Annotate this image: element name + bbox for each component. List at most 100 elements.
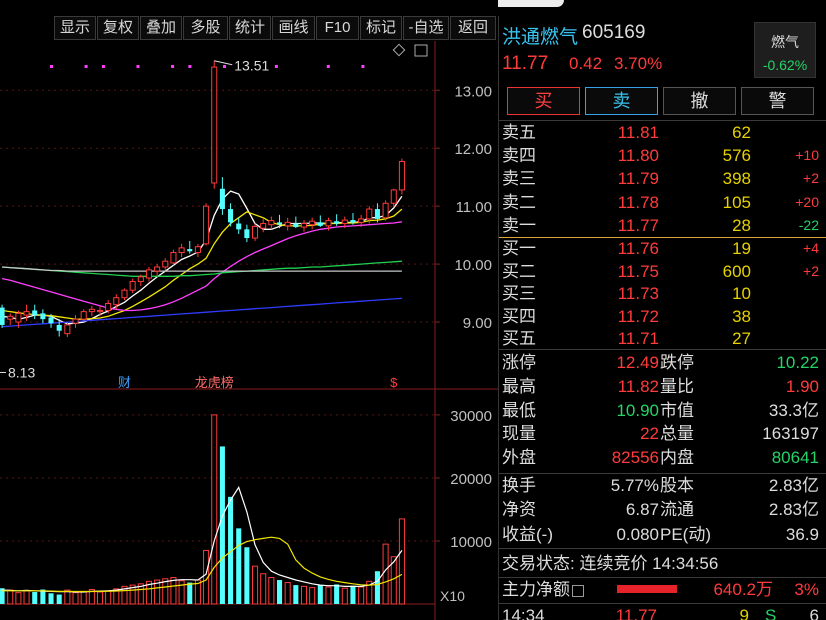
ask-price: 11.77 xyxy=(617,215,659,235)
ask-volume: 62 xyxy=(732,123,751,142)
stat-value: 36.9 xyxy=(785,524,819,544)
ask-delta: +2 xyxy=(803,170,819,187)
volume-bar xyxy=(72,592,79,605)
ask-volume: 398 xyxy=(722,169,751,189)
quote-panel: 洪通燃气 605169 11.77 0.42 3.70% 燃气 -0.62% 买… xyxy=(498,16,826,620)
bid-row[interactable]: 买一 11.76 19 +4 xyxy=(499,237,826,260)
volume-bar xyxy=(309,587,316,605)
bid-volume: 10 xyxy=(732,284,751,303)
stat-row[interactable]: 涨停 12.49 跌停 10.22 xyxy=(499,351,826,374)
ask-row[interactable]: 卖二 11.78 105 +20 xyxy=(499,191,826,214)
candle-body xyxy=(154,266,161,272)
stat-row[interactable]: 收益(-) 0.080 PE(动) 36.9 xyxy=(499,523,826,546)
volume-bar xyxy=(358,586,365,605)
signal-marker xyxy=(101,65,105,68)
menu-adjust-button[interactable]: 复权 xyxy=(97,16,139,40)
candle-body xyxy=(72,318,79,324)
stat-row[interactable]: 换手 5.77% 股本 2.83亿 xyxy=(499,474,826,497)
trade-status: 交易状态: 连续竞价 14:34:56 xyxy=(502,554,719,573)
menu-watchlist-button[interactable]: -自选 xyxy=(403,16,449,40)
stat-label: 换手 xyxy=(502,476,536,495)
candle-body xyxy=(129,280,136,291)
bid-row[interactable]: 买五 11.71 27 xyxy=(499,327,826,350)
stock-name: 洪通燃气 xyxy=(502,27,579,48)
candle-body xyxy=(113,297,120,306)
high-price-label: 13.51 xyxy=(234,58,269,74)
ask-level-label: 卖一 xyxy=(502,215,536,235)
candle-body xyxy=(194,246,201,254)
sell-button[interactable]: 卖 xyxy=(585,87,658,115)
menu-stats-button[interactable]: 统计 xyxy=(229,16,271,40)
menu-back-button[interactable]: 返回 xyxy=(450,16,496,40)
volume-bar xyxy=(236,528,242,604)
candle-body xyxy=(48,317,54,324)
stat-label: 市值 xyxy=(660,400,694,420)
signal-marker xyxy=(223,65,226,68)
ma-line-ma20 xyxy=(1,221,402,312)
stat-value: 80641 xyxy=(771,448,819,468)
price-tick-label: 10.00 xyxy=(454,257,492,274)
stat-row[interactable]: 最高 11.82 量比 1.90 xyxy=(499,375,826,398)
bid-price: 11.75 xyxy=(617,261,659,281)
bid-row[interactable]: 买三 11.73 10 xyxy=(499,282,826,305)
candle-body xyxy=(88,308,95,313)
ask-price: 11.81 xyxy=(617,123,659,142)
menu-mark-button[interactable]: 标记 xyxy=(360,16,402,40)
tick-row: 14:34 11.77 9 S 6 xyxy=(499,604,826,620)
ask-volume: 576 xyxy=(722,146,751,166)
ask-volume: 28 xyxy=(732,215,751,235)
bid-price: 11.76 xyxy=(617,239,659,258)
bid-level-label: 买五 xyxy=(502,329,536,348)
tick-volume: 9 xyxy=(739,606,749,620)
ask-level-label: 卖二 xyxy=(502,192,536,212)
tick-time: 14:34 xyxy=(502,606,545,620)
ask-row[interactable]: 卖三 11.79 398 +2 xyxy=(499,167,826,190)
stat-row[interactable]: 最低 10.90 市值 33.3亿 xyxy=(499,399,826,422)
volume-bar xyxy=(32,592,38,604)
cancel-order-button[interactable]: 撤 xyxy=(663,87,736,115)
bid-level-label: 买二 xyxy=(502,261,536,281)
menu-draw-button[interactable]: 画线 xyxy=(272,16,315,40)
stat-row[interactable]: 净资 6.87 流通 2.83亿 xyxy=(499,498,826,521)
ask-row[interactable]: 卖一 11.77 28 -22 xyxy=(499,214,826,237)
candle-body xyxy=(268,220,275,226)
bid-row[interactable]: 买四 11.72 38 xyxy=(499,305,826,328)
volume-unit-label: X10 xyxy=(440,588,465,604)
candle-body xyxy=(309,220,316,226)
volume-bar xyxy=(15,592,22,605)
price-tick-label: 13.00 xyxy=(454,83,492,100)
volume-bar xyxy=(219,446,225,604)
stat-value: 10.22 xyxy=(776,353,819,372)
ask-row[interactable]: 卖四 11.80 576 +10 xyxy=(499,144,826,167)
menu-f10-button[interactable]: F10 xyxy=(316,16,359,40)
stat-row[interactable]: 外盘 82556 内盘 80641 xyxy=(499,446,826,469)
stat-value: 10.90 xyxy=(616,400,659,420)
volume-bar xyxy=(48,593,54,604)
ask-price: 11.80 xyxy=(617,146,659,166)
volume-bar xyxy=(56,594,62,604)
stock-code: 605169 xyxy=(582,22,646,43)
alert-button[interactable]: 警 xyxy=(741,87,814,115)
buy-button[interactable]: 买 xyxy=(507,87,580,115)
signal-marker xyxy=(188,65,192,68)
candle-body xyxy=(398,161,405,191)
ask-row[interactable]: 卖五 11.81 62 xyxy=(499,121,826,144)
kline-chart[interactable]: 9.00 10.00 11.00 12.00 13.00 13.51 8.13 财 龙虎榜 $ 1… xyxy=(0,41,498,620)
stat-value: 33.3亿 xyxy=(768,400,819,420)
ask-level-label: 卖五 xyxy=(502,123,536,142)
candle-body xyxy=(162,260,169,268)
menu-display-button[interactable]: 显示 xyxy=(54,16,96,40)
volume-bar xyxy=(170,577,177,605)
volume-bar xyxy=(300,585,308,605)
stat-row[interactable]: 现量 22 总量 163197 xyxy=(499,422,826,445)
stat-label: 现量 xyxy=(502,424,536,444)
menu-multi-stock-button[interactable]: 多股 xyxy=(183,16,228,40)
signal-marker xyxy=(136,65,140,68)
current-price: 11.77 xyxy=(502,53,549,74)
bid-row[interactable]: 买二 11.75 600 +2 xyxy=(499,260,826,283)
sector-badge[interactable]: 燃气 -0.62% xyxy=(754,22,816,78)
ask-delta: -22 xyxy=(798,216,819,233)
menu-overlay-button[interactable]: 叠加 xyxy=(140,16,182,40)
price-tick-label: 12.00 xyxy=(454,141,492,158)
ma-line-ma250 xyxy=(2,297,402,328)
